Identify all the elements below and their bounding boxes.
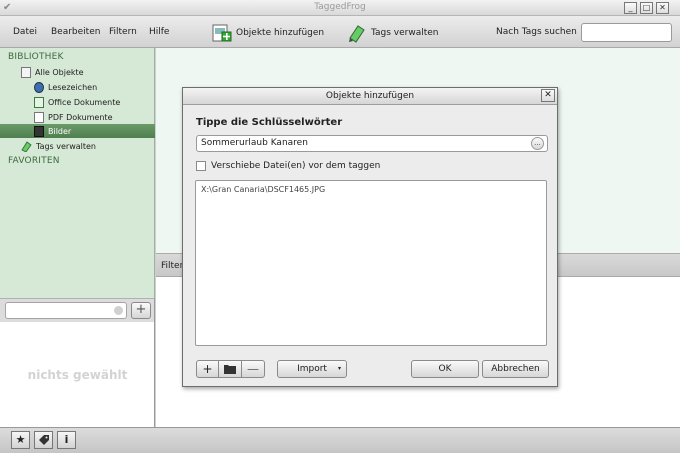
dialog-title-bar: Objekte hinzufügen ✕ [183, 88, 557, 105]
add-objects-icon [212, 23, 232, 43]
library-header: BIBLIOTHEK [8, 52, 64, 62]
all-objects-icon [21, 66, 31, 78]
add-objects-button[interactable]: Objekte hinzufügen [212, 22, 324, 44]
bottom-bar: ★ i [0, 427, 680, 453]
maximize-button[interactable]: □ [640, 2, 653, 14]
add-folder-button[interactable] [219, 360, 242, 378]
manage-tags-label: Tags verwalten [371, 28, 439, 38]
nothing-selected-text: nichts gewählt [27, 368, 128, 382]
library-sidebar: BIBLIOTHEK Alle Objekte Lesezeichen Offi… [0, 48, 155, 298]
menu-filtern[interactable]: Filtern [109, 27, 137, 37]
star-icon[interactable]: ★ [11, 431, 30, 449]
menu-bearbeiten[interactable]: Bearbeiten [51, 27, 100, 37]
move-files-label: Verschiebe Datei(en) vor dem taggen [211, 161, 381, 171]
add-filter-button[interactable]: + [131, 302, 151, 319]
sidebar-item-label: Lesezeichen [48, 82, 98, 92]
manage-tags-button[interactable]: Tags verwalten [347, 22, 439, 44]
sidebar-item-all-objects[interactable]: Alle Objekte [21, 65, 84, 79]
minimize-button[interactable]: _ [624, 2, 637, 14]
remove-file-button[interactable]: — [242, 360, 265, 378]
keywords-input[interactable]: Sommerurlaub Kanaren ... [196, 135, 548, 152]
import-label: Import [297, 364, 327, 374]
sidebar-item-bookmarks[interactable]: Lesezeichen [34, 80, 97, 94]
add-objects-label: Objekte hinzufügen [236, 28, 325, 38]
left-search-input[interactable] [5, 302, 127, 319]
tag-search-input[interactable] [581, 23, 672, 42]
filter-label: Filter [161, 261, 184, 271]
office-document-icon [34, 96, 44, 108]
sidebar-item-label: Tags verwalten [36, 141, 96, 151]
window-title: TaggedFrog [314, 2, 366, 12]
menu-hilfe[interactable]: Hilfe [149, 27, 169, 37]
images-icon [34, 125, 44, 137]
sidebar-item-label: Bilder [48, 126, 72, 136]
chevron-down-icon: ▾ [337, 365, 341, 372]
clear-search-icon[interactable] [114, 306, 123, 315]
import-dropdown-button[interactable]: Import ▾ [277, 360, 347, 378]
favorites-header: FAVORITEN [8, 156, 60, 166]
add-file-button[interactable]: + [196, 360, 219, 378]
sidebar-item-pdf-documents[interactable]: PDF Dokumente [34, 110, 112, 124]
close-window-button[interactable]: ✕ [656, 2, 669, 14]
move-files-option[interactable]: Verschiebe Datei(en) vor dem taggen [196, 161, 380, 171]
dialog-title: Objekte hinzufügen [325, 91, 415, 101]
sidebar-item-label: PDF Dokumente [48, 112, 113, 122]
tags-icon[interactable] [34, 431, 53, 449]
bookmark-icon [34, 81, 44, 93]
tag-pencil-icon [347, 23, 367, 43]
keywords-more-button[interactable]: ... [531, 137, 544, 150]
keywords-value: Sommerurlaub Kanaren [201, 138, 308, 148]
tag-pencil-icon [21, 140, 32, 153]
sidebar-item-manage-tags[interactable]: Tags verwalten [21, 139, 96, 153]
dialog-close-button[interactable]: ✕ [541, 89, 555, 102]
menu-datei[interactable]: Datei [13, 27, 37, 37]
selection-info-panel: nichts gewählt [0, 322, 155, 427]
add-objects-dialog: Objekte hinzufügen ✕ Tippe die Schlüssel… [182, 87, 558, 387]
pdf-document-icon [34, 111, 44, 123]
title-bar: ✔ TaggedFrog _ □ ✕ [0, 0, 680, 16]
sidebar-item-label: Office Dokumente [48, 97, 121, 107]
tag-search-label: Nach Tags suchen [496, 27, 577, 37]
keywords-heading: Tippe die Schlüsselwörter [196, 117, 343, 128]
file-list[interactable]: X:\Gran Canaria\DSCF1465.JPG [195, 180, 547, 346]
sidebar-item-office-documents[interactable]: Office Dokumente [34, 95, 120, 109]
ok-button[interactable]: OK [411, 360, 479, 378]
cancel-button[interactable]: Abbrechen [482, 360, 549, 378]
left-search-row: + [0, 298, 155, 322]
list-item[interactable]: X:\Gran Canaria\DSCF1465.JPG [201, 185, 325, 194]
info-icon[interactable]: i [57, 431, 76, 449]
sidebar-item-label: Alle Objekte [35, 67, 84, 77]
move-files-checkbox[interactable] [196, 161, 206, 171]
toolbar: Datei Bearbeiten Filtern Hilfe Objekte h… [0, 16, 680, 48]
sidebar-item-images[interactable]: Bilder [0, 124, 155, 138]
folder-icon [224, 365, 236, 374]
